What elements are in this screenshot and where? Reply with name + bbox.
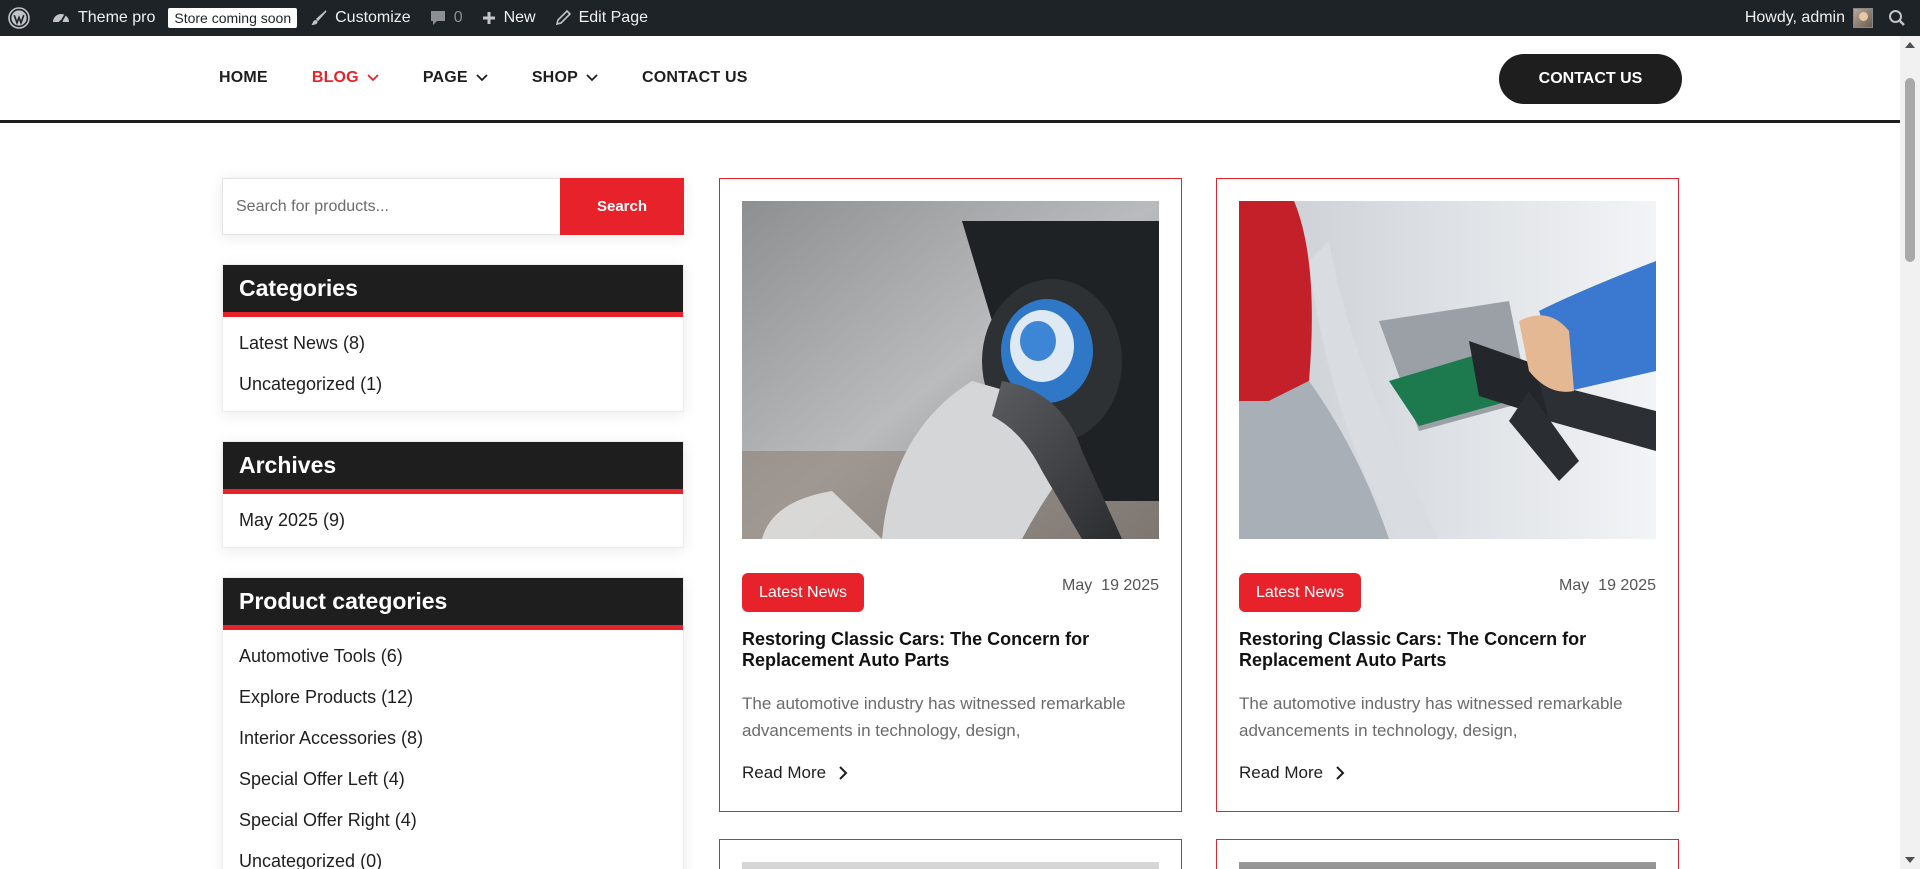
post-thumbnail-ev-charging[interactable] — [742, 201, 1159, 539]
pencil-icon — [555, 9, 571, 26]
post-date: May 19 2025 — [1062, 577, 1159, 594]
nav-item-label: PAGE — [422, 69, 468, 86]
nav-item-blog[interactable]: BLOG — [312, 69, 379, 87]
scroll-down-arrow-icon[interactable] — [1905, 857, 1915, 863]
list-item[interactable]: Interior Accessories (8) — [223, 718, 683, 759]
howdy-label: Howdy, admin — [1744, 9, 1845, 26]
nav-item-contact-us[interactable]: CONTACT US — [642, 69, 748, 87]
archive-list: May 2025 (9) — [223, 494, 683, 547]
site-name-label: Theme pro — [78, 9, 156, 26]
post-card: Latest News May 19 2025 Restoring Classi… — [719, 178, 1182, 812]
read-more-link[interactable]: Read More — [1239, 763, 1345, 783]
search-button[interactable]: Search — [560, 178, 684, 235]
post-title[interactable]: Restoring Classic Cars: The Concern for … — [742, 629, 1159, 671]
post-title[interactable]: Restoring Classic Cars: The Concern for … — [1239, 629, 1656, 671]
post-card — [1216, 839, 1679, 869]
nav-item-label: SHOP — [531, 69, 578, 86]
categories-widget: Categories Latest News (8) Uncategorized… — [222, 264, 684, 412]
wordpress-logo-icon — [8, 7, 30, 29]
new-label: New — [503, 9, 536, 26]
comments-link[interactable]: 0 — [420, 0, 472, 36]
widget-title: Archives — [223, 442, 683, 494]
comment-bubble-icon — [430, 11, 445, 25]
read-more-label: Read More — [742, 763, 827, 782]
chevron-down-icon — [476, 74, 488, 82]
edit-page-label: Edit Page — [578, 9, 648, 26]
nav-item-shop[interactable]: SHOP — [532, 69, 598, 87]
admin-search-toggle[interactable] — [1879, 0, 1920, 36]
dashboard-gauge-icon — [53, 14, 69, 24]
nav-item-label: CONTACT US — [641, 69, 748, 86]
my-account-menu[interactable]: Howdy, admin — [1736, 0, 1879, 36]
search-icon — [1889, 10, 1905, 26]
comments-count: 0 — [453, 9, 463, 26]
post-date: May 19 2025 — [1559, 577, 1656, 594]
edit-page-link[interactable]: Edit Page — [545, 0, 657, 36]
post-thumbnail[interactable] — [1239, 862, 1656, 869]
list-item[interactable]: Uncategorized (1) — [223, 364, 683, 405]
site-header: HOME BLOG PAGE SHOP CONTACT US CONTACT U… — [0, 36, 1900, 123]
post-excerpt: The automotive industry has witnessed re… — [742, 694, 1126, 740]
post-thumbnail-fuel-pump[interactable] — [1239, 201, 1656, 539]
category-list: Latest News (8) Uncategorized (1) — [223, 317, 683, 411]
chevron-down-icon — [586, 74, 598, 82]
list-item[interactable]: Explore Products (12) — [223, 677, 683, 718]
widget-title: Categories — [223, 265, 683, 317]
chevron-down-icon — [367, 74, 379, 82]
product-search-form: Search — [222, 178, 684, 235]
post-category-badge[interactable]: Latest News — [1239, 573, 1362, 612]
read-more-link[interactable]: Read More — [742, 763, 848, 783]
store-coming-soon-badge[interactable]: Store coming soon — [168, 8, 298, 28]
archives-widget: Archives May 2025 (9) — [222, 441, 684, 548]
list-item[interactable]: Special Offer Left (4) — [223, 759, 683, 800]
site-name-menu[interactable]: Theme pro — [42, 0, 164, 36]
scrollbar-thumb[interactable] — [1905, 78, 1915, 262]
main-navigation: HOME BLOG PAGE SHOP CONTACT US — [219, 69, 792, 87]
plus-icon — [482, 12, 495, 24]
product-category-list: Automotive Tools (6) Explore Products (1… — [223, 630, 683, 869]
list-item[interactable]: Automotive Tools (6) — [223, 636, 683, 677]
chevron-right-icon — [1336, 766, 1345, 780]
nav-item-page[interactable]: PAGE — [423, 69, 488, 87]
paintbrush-icon — [311, 10, 327, 25]
post-excerpt: The automotive industry has witnessed re… — [1239, 694, 1623, 740]
customize-label: Customize — [335, 9, 411, 26]
post-thumbnail[interactable] — [742, 862, 1159, 869]
list-item[interactable]: Uncategorized (0) — [223, 841, 683, 869]
list-item[interactable]: Special Offer Right (4) — [223, 800, 683, 841]
list-item[interactable]: May 2025 (9) — [223, 500, 683, 541]
chevron-right-icon — [839, 766, 848, 780]
fuel-nozzle-image — [1239, 201, 1656, 539]
nav-item-label: HOME — [219, 69, 268, 86]
admin-bar: Theme pro Store coming soon Customize 0 … — [0, 0, 1920, 36]
nav-item-label: BLOG — [311, 69, 359, 86]
product-search-input[interactable] — [222, 178, 560, 235]
wordpress-menu[interactable] — [0, 0, 42, 36]
admin-bar-right: Howdy, admin — [1736, 0, 1920, 36]
post-card: Latest News May 19 2025 Restoring Classi… — [1216, 178, 1679, 812]
customize-link[interactable]: Customize — [301, 0, 420, 36]
product-categories-widget: Product categories Automotive Tools (6) … — [222, 577, 684, 869]
new-content-menu[interactable]: New — [472, 0, 545, 36]
nav-item-home[interactable]: HOME — [219, 69, 268, 87]
ev-charging-image — [742, 201, 1159, 539]
sidebar: Search Categories Latest News (8) Uncate… — [222, 178, 685, 869]
read-more-label: Read More — [1239, 763, 1324, 782]
post-category-badge[interactable]: Latest News — [742, 573, 865, 612]
post-card — [719, 839, 1182, 869]
list-item[interactable]: Latest News (8) — [223, 323, 683, 364]
widget-title: Product categories — [223, 578, 683, 630]
contact-us-button[interactable]: CONTACT US — [1499, 54, 1682, 104]
avatar — [1853, 8, 1873, 28]
page-scrollbar[interactable] — [1900, 36, 1920, 869]
scroll-up-arrow-icon[interactable] — [1905, 42, 1915, 48]
